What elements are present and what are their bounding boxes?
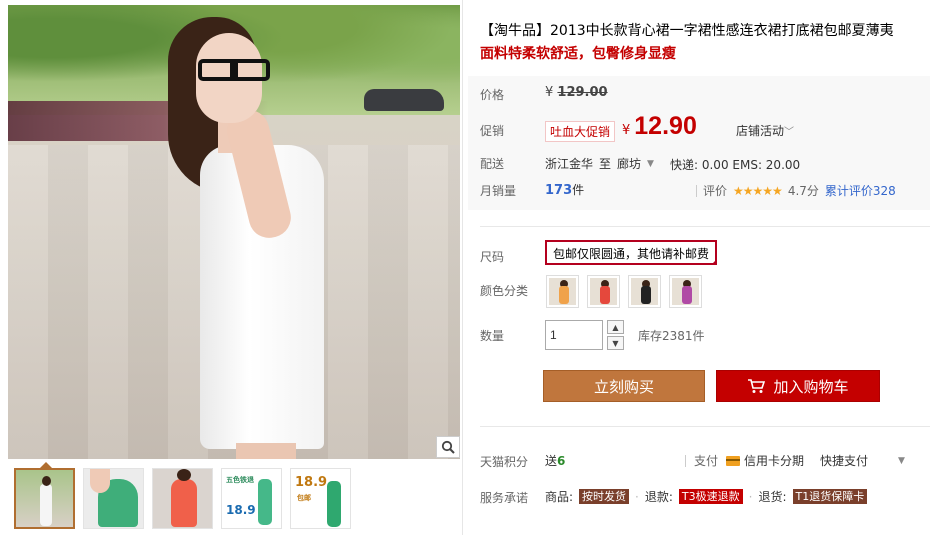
credit-installment-label: 信用卡分期 bbox=[744, 454, 805, 468]
thumbnail-4-label: 五色铁退 bbox=[226, 476, 254, 484]
separator bbox=[685, 454, 686, 467]
credit-card-icon bbox=[726, 455, 741, 466]
promo-price: ¥12.90 bbox=[622, 112, 697, 141]
star-rating-icon: ★★★★★ bbox=[733, 183, 783, 198]
thumbnail-5-label: 包邮 bbox=[297, 494, 311, 502]
thumbnail-2[interactable] bbox=[83, 468, 144, 529]
photo-background-car bbox=[364, 89, 444, 111]
monthly-sales: 173件 bbox=[545, 181, 584, 198]
service-on-time-badge[interactable]: 按时发货 bbox=[579, 489, 630, 504]
thumbnail-strip: 五色铁退 18.9 18.9 包邮 bbox=[14, 468, 351, 532]
monthly-sales-label: 月销量 bbox=[480, 184, 517, 198]
chevron-down-icon: ﹀ bbox=[784, 127, 795, 138]
quantity-input[interactable] bbox=[545, 320, 603, 350]
rating-score: 4.7分 bbox=[787, 184, 819, 198]
service-promises: 商品: 按时发货 · 退款: T3极速退款 · 退货: T1退货保障卡 bbox=[545, 488, 868, 505]
separator bbox=[696, 184, 697, 197]
quick-pay-link[interactable]: 快捷支付 bbox=[820, 452, 868, 469]
thumbnail-5[interactable]: 18.9 包邮 bbox=[290, 468, 351, 529]
thumbnail-3[interactable] bbox=[152, 468, 213, 529]
points-label: 天猫积分 bbox=[480, 455, 529, 469]
rating-label: 评价 bbox=[703, 184, 728, 198]
service-return-badge[interactable]: T1退货保障卡 bbox=[792, 489, 868, 504]
credit-installment-link[interactable]: 信用卡分期 bbox=[726, 452, 804, 469]
caret-down-icon[interactable]: ▼ bbox=[898, 456, 905, 466]
product-title: 【淘牛品】2013中长款背心裙一字裙性感连衣裙打底裙包邮夏薄夷 bbox=[480, 23, 894, 39]
color-swatch-purple[interactable] bbox=[669, 275, 702, 308]
divider bbox=[480, 226, 930, 227]
promo-label: 促销 bbox=[480, 124, 505, 138]
ship-to-word: 至 bbox=[599, 157, 612, 171]
monthly-sales-unit: 件 bbox=[572, 183, 585, 197]
points-prefix: 送 bbox=[545, 454, 558, 468]
service-return-prefix: 退货: bbox=[758, 490, 787, 504]
shipping-label: 配送 bbox=[480, 157, 505, 171]
shipping-route: 浙江金华 至 廊坊 ▼ bbox=[545, 155, 654, 172]
product-subtitle: 面料特柔软舒适，包臀修身显瘦 bbox=[480, 46, 676, 62]
separator: · bbox=[635, 489, 639, 504]
review-count-link[interactable]: 累计评价328 bbox=[825, 182, 896, 199]
monthly-sales-count: 173 bbox=[545, 183, 573, 198]
divider bbox=[480, 426, 930, 427]
ship-from: 浙江金华 bbox=[545, 157, 594, 171]
promo-badge: 吐血大促销 bbox=[545, 121, 616, 142]
pay-label: 支付 bbox=[694, 454, 719, 468]
thumbnail-4-price: 18.9 bbox=[226, 503, 256, 517]
thumbnail-5-price: 18.9 bbox=[295, 475, 328, 490]
color-swatch-orange[interactable] bbox=[546, 275, 579, 308]
add-to-cart-label: 加入购物车 bbox=[773, 377, 849, 396]
zoom-icon[interactable] bbox=[436, 436, 460, 458]
buy-now-button[interactable]: 立刻购买 bbox=[543, 370, 705, 402]
color-swatch-black[interactable] bbox=[628, 275, 661, 308]
promo-price-currency: ¥ bbox=[622, 123, 631, 138]
points-value: 送6 bbox=[545, 452, 565, 469]
color-swatch-list bbox=[546, 275, 702, 308]
service-refund-badge[interactable]: T3极速退款 bbox=[678, 489, 743, 504]
rating-summary: 评价 ★★★★★ 4.7分 累计评价328 bbox=[696, 182, 896, 199]
caret-down-icon[interactable]: ▼ bbox=[647, 159, 654, 169]
separator: · bbox=[748, 489, 753, 504]
promo-price-value: 12.90 bbox=[634, 112, 697, 140]
column-divider bbox=[462, 0, 463, 535]
original-price-value: 129.00 bbox=[557, 85, 608, 100]
cart-icon bbox=[748, 379, 766, 393]
payment-options: 支付 信用卡分期 快捷支付 ▼ bbox=[685, 452, 905, 469]
original-price-currency: ¥ bbox=[545, 85, 554, 100]
service-label: 服务承诺 bbox=[480, 491, 529, 505]
buy-now-label: 立刻购买 bbox=[593, 377, 654, 396]
size-option-selected[interactable]: 包邮仅限圆通，其他请补邮费 bbox=[545, 240, 717, 265]
thumbnail-1[interactable] bbox=[14, 468, 75, 529]
add-to-cart-button[interactable]: 加入购物车 bbox=[716, 370, 880, 402]
increase-quantity-icon[interactable]: ▲ bbox=[607, 320, 624, 334]
service-goods-prefix: 商品: bbox=[545, 490, 574, 504]
shop-activity-label: 店铺活动 bbox=[736, 124, 785, 138]
service-refund-prefix: 退款: bbox=[644, 490, 673, 504]
ship-to-select[interactable]: 廊坊 bbox=[617, 155, 641, 172]
main-product-photo[interactable] bbox=[8, 5, 460, 459]
shipping-fee: 快递: 0.00 EMS: 20.00 bbox=[670, 158, 801, 172]
color-swatch-red[interactable] bbox=[587, 275, 620, 308]
quantity-label: 数量 bbox=[480, 329, 505, 343]
shop-activity-dropdown[interactable]: 店铺活动﹀ bbox=[736, 122, 794, 139]
thumbnail-4[interactable]: 五色铁退 18.9 bbox=[221, 468, 282, 529]
model-figure bbox=[158, 13, 358, 459]
original-price: ¥ 129.00 bbox=[545, 85, 608, 100]
size-label: 尺码 bbox=[480, 250, 505, 264]
price-label: 价格 bbox=[480, 88, 505, 102]
color-label: 颜色分类 bbox=[480, 284, 529, 298]
points-number: 6 bbox=[557, 454, 566, 468]
stock-count: 库存2381件 bbox=[638, 329, 705, 343]
decrease-quantity-icon[interactable]: ▼ bbox=[607, 336, 624, 350]
